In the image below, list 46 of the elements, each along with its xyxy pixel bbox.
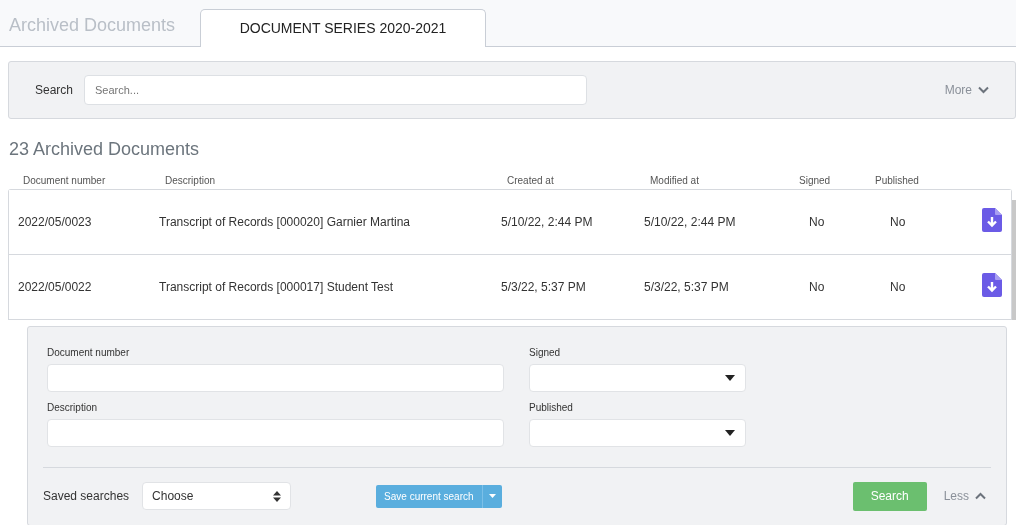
table-cell: No <box>890 280 906 294</box>
chevron-up-icon <box>975 492 986 500</box>
column-header: Description <box>165 173 217 188</box>
tab[interactable]: DOCUMENT SERIES 2020-2021 <box>200 9 486 47</box>
save-search-button[interactable]: Save current search <box>376 484 502 508</box>
page-title: Archived Documents <box>9 13 177 37</box>
table-cell: 2022/05/0023 <box>18 215 92 229</box>
caret-down-icon <box>725 375 735 381</box>
less-link[interactable]: Less <box>943 487 969 505</box>
file-download-icon <box>982 272 1002 297</box>
table-cell: 5/3/22, 5:37 PM <box>501 280 586 294</box>
column-header: Published <box>875 173 920 188</box>
sort-caret-icon <box>273 490 282 502</box>
caret-down-icon <box>725 430 735 436</box>
saved-searches-select[interactable]: Choose <box>142 482 292 510</box>
column-header: Modified at <box>650 173 700 188</box>
field-label: Signed <box>529 346 562 360</box>
caret-down-icon <box>488 494 496 498</box>
table-cell: Transcript of Records [000017] Student Test <box>159 280 394 294</box>
table-cell: 2022/05/0022 <box>18 280 92 294</box>
table-cell: Transcript of Records [000020] Garnier Martina <box>159 215 410 229</box>
results-heading: 23 Archived Documents <box>9 138 201 160</box>
file-download-icon <box>982 207 1002 232</box>
table-cell: 5/10/22, 2:44 PM <box>501 215 593 229</box>
table-cell: 5/10/22, 2:44 PM <box>644 215 736 229</box>
column-header: Signed <box>799 173 832 188</box>
saved-searches-label: Saved searches <box>43 488 130 505</box>
table-cell: 5/3/22, 5:37 PM <box>644 280 729 294</box>
scrollbar[interactable] <box>1012 200 1016 320</box>
column-header: Document number <box>23 173 107 188</box>
input-field[interactable] <box>47 419 504 447</box>
field-label: Published <box>529 401 574 415</box>
input-field[interactable] <box>47 364 504 392</box>
select-field[interactable] <box>529 419 746 447</box>
search-label: Search <box>35 82 75 99</box>
search-field[interactable]: Search... <box>84 75 587 105</box>
table-cell: No <box>890 215 906 229</box>
select-field[interactable] <box>529 364 746 392</box>
chevron-down-icon <box>978 86 989 94</box>
search-button[interactable]: Search <box>852 481 927 511</box>
table-cell: No <box>809 215 825 229</box>
more-link[interactable]: More <box>944 81 972 99</box>
column-header: Created at <box>507 173 555 188</box>
field-label: Description <box>47 401 99 415</box>
field-label: Document number <box>47 346 131 360</box>
table-cell: No <box>809 280 825 294</box>
